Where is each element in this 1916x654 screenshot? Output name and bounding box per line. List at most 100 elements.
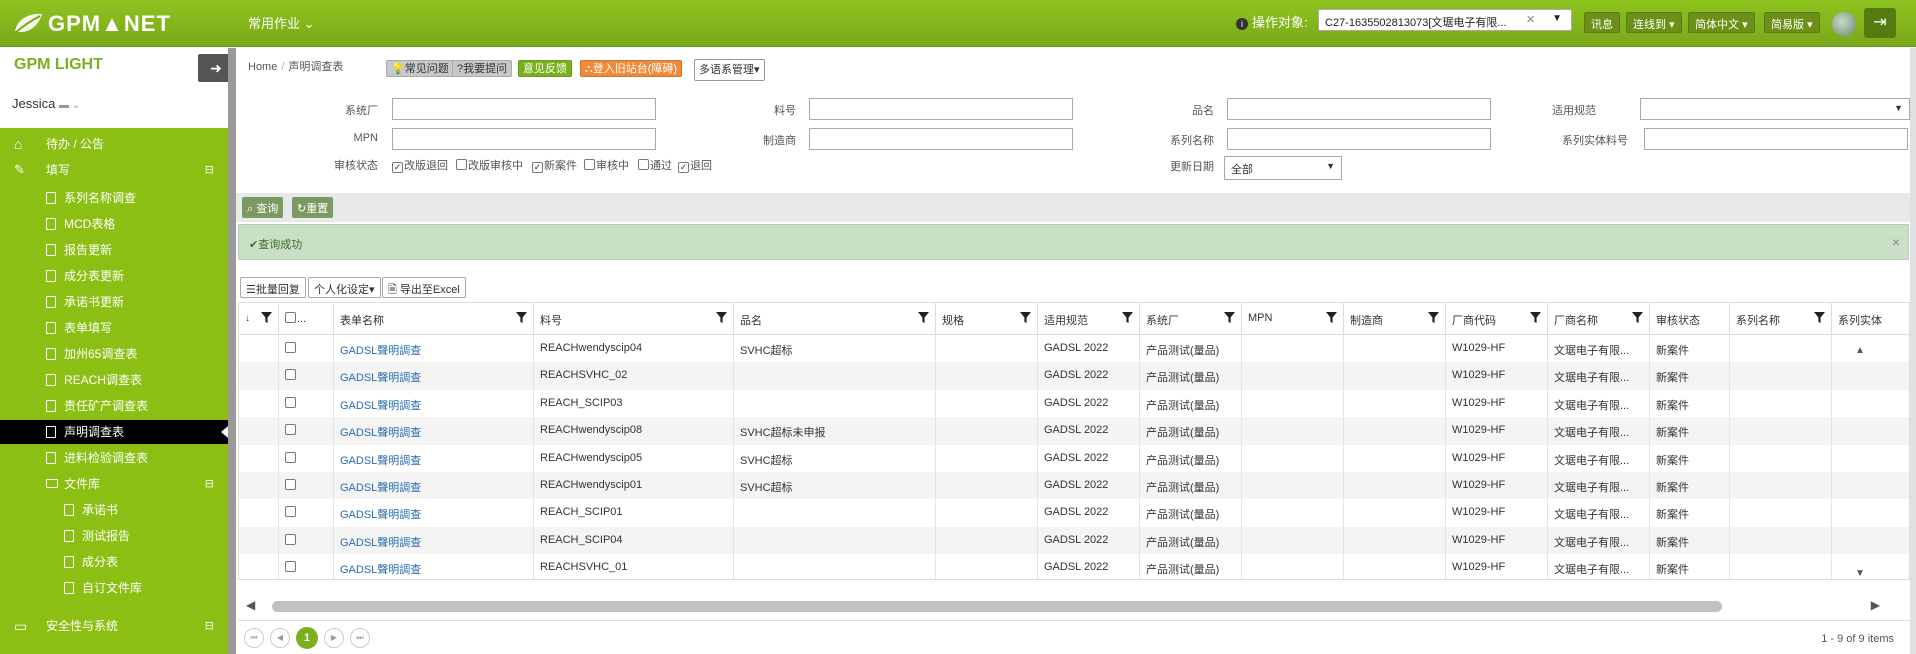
scroll-up-icon[interactable]: ▲ <box>1855 345 1865 356</box>
row-checkbox[interactable] <box>285 424 296 436</box>
breadcrumb-home[interactable]: Home <box>248 61 277 73</box>
manufacturer-input[interactable] <box>809 128 1073 150</box>
checkbox-checked[interactable]: ✓ <box>532 162 543 173</box>
series-name-input[interactable] <box>1227 128 1491 150</box>
column-header-mpn[interactable]: MPN <box>1242 303 1344 335</box>
table-row[interactable]: GADSL聲明調查 REACHwendyscip04 SVHC超标 GADSL 202… <box>239 335 1909 363</box>
row-checkbox[interactable] <box>285 451 296 463</box>
row-checkbox[interactable] <box>285 342 296 353</box>
column-header-product-name[interactable]: 品名 <box>734 303 936 335</box>
sidebar-item-mcd[interactable]: MCD表格 <box>0 212 228 236</box>
status-reviewing[interactable]: 审核中 <box>584 157 629 173</box>
column-header-system-factory[interactable]: 系统厂 <box>1140 303 1242 335</box>
app-logo[interactable]: GPM▲NET <box>12 9 171 39</box>
connect-to-button[interactable]: 连线到 ▾ <box>1626 12 1682 33</box>
filter-icon[interactable] <box>1814 312 1825 323</box>
form-name-link[interactable]: GADSL聲明調查 <box>334 417 534 445</box>
batch-reply-button[interactable]: ☰批量回复 <box>240 277 306 298</box>
table-row[interactable]: GADSL聲明調查 REACHwendyscip05 SVHC超标 GADSL 202… <box>239 444 1909 472</box>
sidebar-item-reach[interactable]: REACH调查表 <box>0 368 228 392</box>
scroll-left-icon[interactable]: ◀ <box>246 598 255 612</box>
filter-icon[interactable] <box>1428 312 1439 323</box>
sidebar-item-composition-update[interactable]: 成分表更新 <box>0 264 228 288</box>
part-no-input[interactable] <box>809 98 1073 120</box>
filter-icon[interactable] <box>1020 312 1031 323</box>
row-checkbox[interactable] <box>285 506 296 518</box>
column-header-vendor-name[interactable]: 厂商名称 <box>1548 303 1650 335</box>
user-menu[interactable]: Jessica ▬ ⌄ <box>12 96 80 111</box>
multi-language-button[interactable]: 多语系管理▾ <box>694 59 765 81</box>
table-row[interactable]: GADSL聲明調查 REACHwendyscip01 SVHC超标 GADSL 202… <box>239 472 1909 500</box>
collapse-icon[interactable]: ⊟ <box>205 472 214 496</box>
sidebar-item-conflict-minerals[interactable]: 责任矿产调查表 <box>0 394 228 418</box>
caret-down-icon[interactable]: ▼ <box>1552 13 1562 24</box>
form-name-link[interactable]: GADSL聲明調查 <box>334 472 534 500</box>
filter-icon[interactable] <box>516 312 527 323</box>
table-row[interactable]: GADSL聲明調查 REACHSVHC_01 GADSL 2022 产品测试(量品) W… <box>239 554 1909 579</box>
row-checkbox[interactable] <box>285 533 296 545</box>
clear-icon[interactable]: × <box>1526 11 1535 28</box>
sidebar-item-prop65[interactable]: 加州65调查表 <box>0 342 228 366</box>
status-returned-revision[interactable]: ✓ 改版退回 <box>392 157 448 173</box>
prev-page-icon[interactable]: ◀ <box>270 628 290 648</box>
close-icon[interactable]: × <box>1892 234 1900 250</box>
logout-icon[interactable]: ⇥ <box>1864 8 1896 38</box>
first-page-icon[interactable]: ⏮ <box>244 628 264 648</box>
status-new-case[interactable]: ✓ 新案件 <box>532 157 577 173</box>
column-header-select[interactable]: ... <box>279 303 334 335</box>
collapse-icon[interactable]: ⊟ <box>205 614 214 638</box>
status-revision-review[interactable]: 改版审核中 <box>456 157 523 173</box>
sidebar-item-declaration[interactable]: 声明调查表 <box>0 420 228 444</box>
form-name-link[interactable]: GADSL聲明調查 <box>334 554 534 579</box>
product-name-input[interactable] <box>1227 98 1491 120</box>
form-name-link[interactable]: GADSL聲明調查 <box>334 499 534 527</box>
scroll-down-icon[interactable]: ▼ <box>1855 568 1865 579</box>
column-header-spec[interactable]: 规格 <box>936 303 1038 335</box>
personalize-button[interactable]: 个人化设定▾ <box>308 277 381 298</box>
column-header-vendor-code[interactable]: 厂商代码 <box>1446 303 1548 335</box>
checkbox[interactable] <box>638 159 649 170</box>
column-header-review-status[interactable]: 审核状态 <box>1650 303 1730 335</box>
common-tasks-menu[interactable]: 常用作业 ⌄ <box>248 13 315 32</box>
filter-icon[interactable] <box>716 312 727 323</box>
table-row[interactable]: GADSL聲明調查 REACH_SCIP04 GADSL 2022 产品测试(量品) W… <box>239 526 1909 555</box>
column-header-form-name[interactable]: 表单名称 <box>334 303 534 335</box>
filter-icon[interactable] <box>1530 312 1541 323</box>
scrollbar-thumb[interactable] <box>272 601 1722 612</box>
column-header-manufacturer[interactable]: 制造商 <box>1344 303 1446 335</box>
table-row[interactable]: GADSL聲明調查 REACH_SCIP01 GADSL 2022 产品测试(量品) W… <box>239 499 1909 527</box>
table-row[interactable]: GADSL聲明調查 REACHSVHC_02 GADSL 2022 产品测试(量品) W… <box>239 362 1909 390</box>
system-factory-input[interactable] <box>392 98 656 120</box>
messages-button[interactable]: 讯息 <box>1584 12 1620 33</box>
sidebar-item-security[interactable]: ▭ 安全性与系统 ⊟ <box>0 614 228 638</box>
form-name-link[interactable]: GADSL聲明調查 <box>334 335 534 363</box>
sidebar-item-custom-library[interactable]: 自订文件库 <box>0 576 228 600</box>
sidebar-item-composition[interactable]: 成分表 <box>0 550 228 574</box>
operate-target-select[interactable]: C27-1635502813073[文琚电子有限... × ▼ <box>1318 9 1572 31</box>
filter-icon[interactable] <box>918 312 929 323</box>
row-checkbox[interactable] <box>285 561 296 573</box>
row-checkbox[interactable] <box>285 479 296 490</box>
sidebar-item-todo[interactable]: ⌂ 待办 / 公告 <box>0 132 228 156</box>
checkbox-checked[interactable]: ✓ <box>678 162 689 173</box>
status-returned[interactable]: ✓ 退回 <box>678 157 712 173</box>
checkbox[interactable] <box>584 159 595 170</box>
next-page-icon[interactable]: ▶ <box>324 628 344 648</box>
form-name-link[interactable]: GADSL聲明調查 <box>334 444 534 472</box>
collapse-icon[interactable]: ⊟ <box>205 158 214 182</box>
checkbox-checked[interactable]: ✓ <box>392 162 403 173</box>
query-button[interactable]: ⌕ 查询 <box>242 197 284 218</box>
mpn-input[interactable] <box>392 128 656 150</box>
sidebar-item-commitment-letter[interactable]: 承诺书 <box>0 498 228 522</box>
form-name-link[interactable]: GADSL聲明調查 <box>334 389 534 418</box>
sidebar-item-series-survey[interactable]: 系列名称调查 <box>0 186 228 210</box>
column-header-series-entity[interactable]: 系列实体 <box>1832 303 1909 335</box>
column-header-part-no[interactable]: 料号 <box>534 303 734 335</box>
sidebar-item-incoming-inspection[interactable]: 进料检验调查表 <box>0 446 228 470</box>
series-entity-no-input[interactable] <box>1644 128 1908 150</box>
simple-version-button[interactable]: 简易版 ▾ <box>1764 12 1820 33</box>
form-name-link[interactable]: GADSL聲明調查 <box>334 526 534 555</box>
filter-icon[interactable] <box>261 312 272 323</box>
page-number-button[interactable]: 1 <box>296 627 318 649</box>
column-header-series-name[interactable]: 系列名称 <box>1730 303 1832 335</box>
